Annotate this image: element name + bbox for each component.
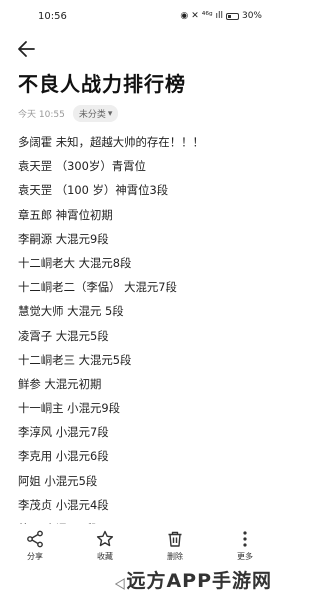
signal-icon: ⁴⁶ᵍ ıll [201,11,223,21]
star-icon [96,530,114,547]
nav-back-icon[interactable] [115,578,125,590]
trash-icon [168,531,182,547]
note-time: 今天 10:55 [18,110,65,120]
note-title[interactable]: 不良人战力排行榜 [18,68,268,97]
note-line: 十二峒老二（李偘） 大混元7段 [18,280,177,295]
note-line: 十二峒老大 大混元8段 [18,255,132,270]
battery-icon [225,12,239,20]
note-line: 袁天罡 （300岁）青霄位 [18,159,146,174]
mute-icon: ✕ [191,11,199,21]
chevron-down-icon: ▾ [107,108,113,119]
delete-label: 删除 [167,552,183,561]
more-dots-icon [243,531,247,547]
category-selector[interactable]: 未分类 ▾ [72,105,119,122]
note-meta: 今天 10:55 未分类 ▾ [18,105,119,122]
note-line: 李嗣源 大混元9段 [18,231,109,246]
eye-icon: ◉ [180,11,189,21]
note-line: 多阔霍 未知，超越大帅的存在！！！ [18,135,204,149]
category-label: 未分类 [78,110,106,120]
bottom-action-bar: 分享 收藏 删除 更多 [0,524,280,568]
back-arrow-icon[interactable] [16,38,38,60]
note-body[interactable]: 多阔霍 未知，超越大帅的存在！！！ 袁天罡 （300岁）青霄位袁天罡 （100 岁… [18,130,273,565]
share-button[interactable]: 分享 [10,530,60,562]
note-line: 十一峒主 小混元9段 [18,401,120,416]
note-line: 李淳风 小混元7段 [18,425,109,440]
favorite-label: 收藏 [97,552,113,561]
note-line: 章五郎 神霄位初期 [18,207,113,222]
note-line: 李茂贞 小混元4段 [18,497,109,512]
status-icons: ◉ ✕ ⁴⁶ᵍ ıll 30% [180,11,262,21]
more-label: 更多 [237,552,253,561]
note-line: 鲜参 大混元初期 [18,376,102,391]
status-bar: 10:56 ◉ ✕ ⁴⁶ᵍ ıll 30% [0,0,280,32]
note-line: 慧觉大师 大混元 5段 [18,304,124,319]
note-line: 十二峒老三 大混元5段 [18,352,132,367]
note-line: 李克用 小混元6段 [18,449,109,464]
more-button[interactable]: 更多 [220,530,270,562]
note-line: 阿姐 小混元5段 [18,473,98,488]
share-icon [27,530,43,548]
share-label: 分享 [27,552,43,561]
delete-button[interactable]: 删除 [150,530,200,562]
battery-percent: 30% [241,11,262,21]
watermark-logo: 远方APP手游网 [126,570,272,592]
status-time: 10:56 [38,10,67,22]
note-line: 袁天罡 （100 岁）神霄位3段 [18,183,169,198]
note-line: 凌霄子 大混元5段 [18,328,109,343]
favorite-button[interactable]: 收藏 [80,530,130,562]
